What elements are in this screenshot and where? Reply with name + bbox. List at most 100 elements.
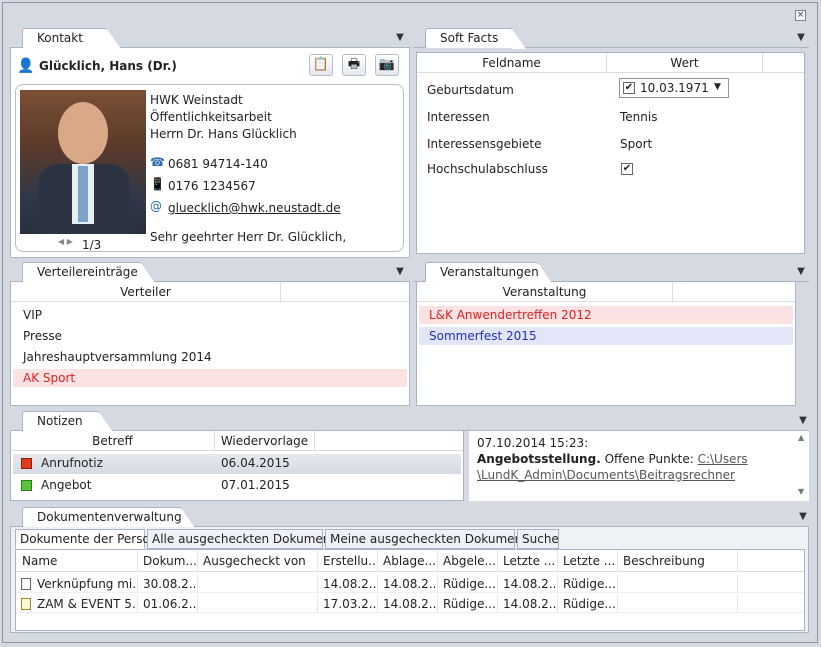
doc-dokum: 30.08.2... xyxy=(138,575,198,593)
doc-erstellung: 14.08.2... xyxy=(318,575,378,593)
veranstaltungen-panel: Veranstaltungen ▼ Veranstaltung L&K Anwe… xyxy=(413,262,809,406)
contact-card: ◀ ▶ 1/3 HWK Weinstadt Öffentlichkeitsarb… xyxy=(15,84,404,252)
photo-pager: 1/3 xyxy=(82,238,102,252)
col-verteiler[interactable]: Verteiler xyxy=(11,282,281,302)
doc-name: ZAM & EVENT 5... xyxy=(32,595,138,613)
list-item[interactable]: Presse xyxy=(13,327,407,345)
chevron-down-icon[interactable]: ▼ xyxy=(795,266,807,278)
field-label: Hochschulabschluss xyxy=(427,162,548,176)
subtab-alle-ausgecheckten[interactable]: Alle ausgecheckten Dokumente xyxy=(147,529,342,549)
documents-table: Name Dokum... Ausgecheckt von Erstellu..… xyxy=(15,549,805,631)
field-label: Interessen xyxy=(427,110,490,124)
tab-verteiler[interactable]: Verteilereinträge xyxy=(22,262,155,283)
note-title: Angebotsstellung. xyxy=(477,452,601,466)
note-subject: Angebot xyxy=(41,478,92,492)
tab-notizen[interactable]: Notizen xyxy=(22,411,113,432)
photo-nav-arrows-icon[interactable]: ◀ ▶ xyxy=(58,237,73,246)
scroll-down-icon[interactable]: ▼ xyxy=(798,487,804,496)
table-row[interactable]: ZAM & EVENT 5... 01.06.2... 17.03.2... 1… xyxy=(16,595,804,613)
note-date: 06.04.2015 xyxy=(221,456,290,470)
field-value: Sport xyxy=(620,137,653,151)
table-row[interactable]: Verknüpfung mi... 30.08.2... 14.08.2... … xyxy=(16,575,804,593)
doc-ablage: 14.08.2... xyxy=(378,595,438,613)
col-ausgecheckt-von[interactable]: Ausgecheckt von xyxy=(198,550,318,572)
kontakt-panel: Kontakt ▼ 👤 Glücklich, Hans (Dr.) 📋 🖶 📷 … xyxy=(10,28,410,258)
doc-letzte-1: 14.08.2... xyxy=(498,575,558,593)
table-row[interactable]: Angebot 07.01.2015 xyxy=(13,476,461,496)
verteiler-panel: Verteilereinträge ▼ Verteiler VIP Presse… xyxy=(10,262,410,406)
doc-abgelegt: Rüdige... xyxy=(438,595,498,613)
col-wiedervorlage[interactable]: Wiedervorlage xyxy=(215,431,315,451)
doc-letzte-2: Rüdige... xyxy=(558,575,618,593)
col-erstellung[interactable]: Erstellu... xyxy=(318,550,378,572)
hochschulabschluss-checkbox[interactable]: ✔ xyxy=(621,163,633,175)
col-beschreibung[interactable]: Beschreibung xyxy=(618,550,738,572)
col-name[interactable]: Name xyxy=(16,550,138,572)
phone-icon: ☎ xyxy=(150,155,165,169)
doc-ausgecheckt xyxy=(198,595,318,613)
veranstaltungen-grid: Veranstaltung L&K Anwendertreffen 2012 S… xyxy=(416,282,796,406)
chevron-down-icon[interactable]: ▼ xyxy=(394,32,406,44)
camera-icon: 📷 xyxy=(378,57,396,72)
mobile-icon: 📱 xyxy=(150,177,165,191)
copy-button[interactable]: 📋 xyxy=(309,54,333,76)
chevron-down-icon[interactable]: ▼ xyxy=(394,266,406,278)
camera-button[interactable]: 📷 xyxy=(375,54,399,76)
address-line-1: HWK Weinstadt xyxy=(150,93,243,107)
chevron-down-icon[interactable]: ▼ xyxy=(797,415,809,427)
print-button[interactable]: 🖶 xyxy=(342,54,366,76)
document-icon xyxy=(21,598,31,610)
softfacts-grid: Feldname Wert Geburtsdatum ✔ 10.03.1971 … xyxy=(416,52,805,254)
doc-ablage: 14.08.2... xyxy=(378,575,438,593)
note-link[interactable]: C:\Users xyxy=(698,452,748,466)
list-item[interactable]: VIP xyxy=(13,306,407,324)
doc-letzte-2: Rüdige... xyxy=(558,595,618,613)
contact-photo xyxy=(20,90,146,234)
scroll-up-icon[interactable]: ▲ xyxy=(798,433,804,442)
list-item[interactable]: Sommerfest 2015 xyxy=(419,327,793,345)
col-letzte-2[interactable]: Letzte ... xyxy=(558,550,618,572)
phone-number[interactable]: 0681 94714-140 xyxy=(168,157,268,171)
table-row-selected[interactable]: Anrufnotiz 06.04.2015 xyxy=(13,454,461,474)
col-letzte-1[interactable]: Letzte ... xyxy=(498,550,558,572)
subtab-meine-ausgecheckten[interactable]: Meine ausgecheckten Dokumente xyxy=(325,529,534,549)
subtab-suche[interactable]: Suche xyxy=(517,529,559,549)
col-ablage[interactable]: Ablage... xyxy=(378,550,438,572)
note-subject: Anrufnotiz xyxy=(41,456,103,470)
document-subtabs: Dokumente der Person Alle ausgecheckten … xyxy=(15,529,805,549)
note-detail[interactable]: 07.10.2014 15:23: Angebotsstellung. Offe… xyxy=(469,431,809,501)
list-item[interactable]: Jahreshauptversammlung 2014 xyxy=(13,348,407,366)
col-dokum[interactable]: Dokum... xyxy=(138,550,198,572)
list-item[interactable]: L&K Anwendertreffen 2012 xyxy=(419,306,793,324)
note-red-icon xyxy=(21,458,32,469)
address-line-3: Herrn Dr. Hans Glücklich xyxy=(150,127,297,141)
tab-dokumentenverwaltung[interactable]: Dokumentenverwaltung xyxy=(22,507,195,528)
subtab-dokumente-der-person[interactable]: Dokumente der Person xyxy=(15,529,157,549)
email-link[interactable]: gluecklich@hwk.neustadt.de xyxy=(168,201,341,215)
col-feldname[interactable]: Feldname xyxy=(417,53,607,73)
verteiler-grid: Verteiler VIP Presse Jahreshauptversamml… xyxy=(10,282,410,406)
field-label: Interessensgebiete xyxy=(427,137,542,151)
chevron-down-icon[interactable]: ▼ xyxy=(797,511,809,523)
doc-beschreibung xyxy=(618,595,738,613)
field-value: Tennis xyxy=(620,110,658,124)
col-veranstaltung[interactable]: Veranstaltung xyxy=(417,282,673,302)
dropdown-arrow-icon[interactable]: ▼ xyxy=(714,82,721,92)
tab-softfacts[interactable]: Soft Facts xyxy=(425,28,526,49)
col-betreff[interactable]: Betreff xyxy=(11,431,215,451)
close-window-button[interactable]: × xyxy=(795,10,806,21)
note-link-continued[interactable]: \LundK_Admin\Documents\Beitragsrechner xyxy=(477,467,789,483)
tab-veranstaltungen[interactable]: Veranstaltungen xyxy=(425,262,552,283)
doc-letzte-1: 14.08.2... xyxy=(498,595,558,613)
doc-ausgecheckt xyxy=(198,575,318,593)
birthdate-picker[interactable]: ✔ 10.03.1971 ▼ xyxy=(619,78,729,98)
note-text: Offene Punkte: xyxy=(600,452,698,466)
tab-kontakt[interactable]: Kontakt xyxy=(22,28,121,49)
list-item-selected[interactable]: AK Sport xyxy=(13,369,407,387)
note-scrollbar[interactable]: ▲ ▼ xyxy=(795,431,809,501)
col-wert[interactable]: Wert xyxy=(607,53,763,73)
chevron-down-icon[interactable]: ▼ xyxy=(795,32,807,44)
birthdate-checkbox[interactable]: ✔ xyxy=(623,82,635,94)
mobile-number[interactable]: 0176 1234567 xyxy=(168,179,256,193)
col-abgelegt[interactable]: Abgele... xyxy=(438,550,498,572)
